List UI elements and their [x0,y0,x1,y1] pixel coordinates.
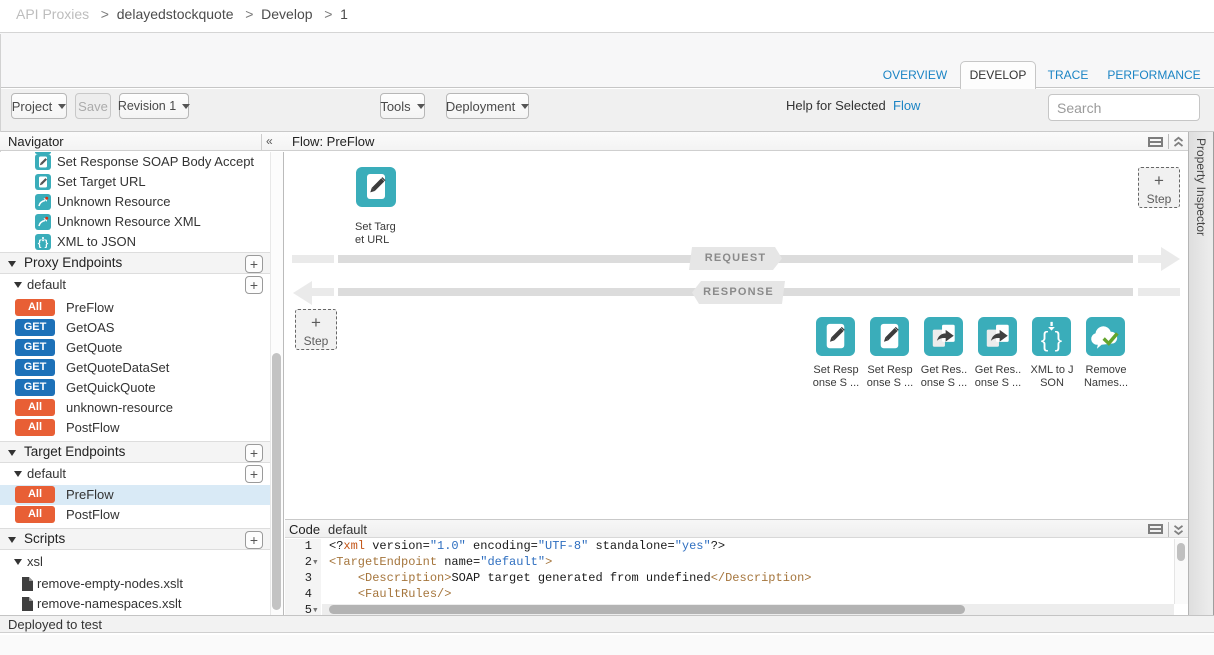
svg-text:{: { [1041,327,1049,352]
svg-text:}: } [45,238,49,249]
svg-text:{: { [38,238,42,249]
svg-text:}: } [1055,327,1063,352]
